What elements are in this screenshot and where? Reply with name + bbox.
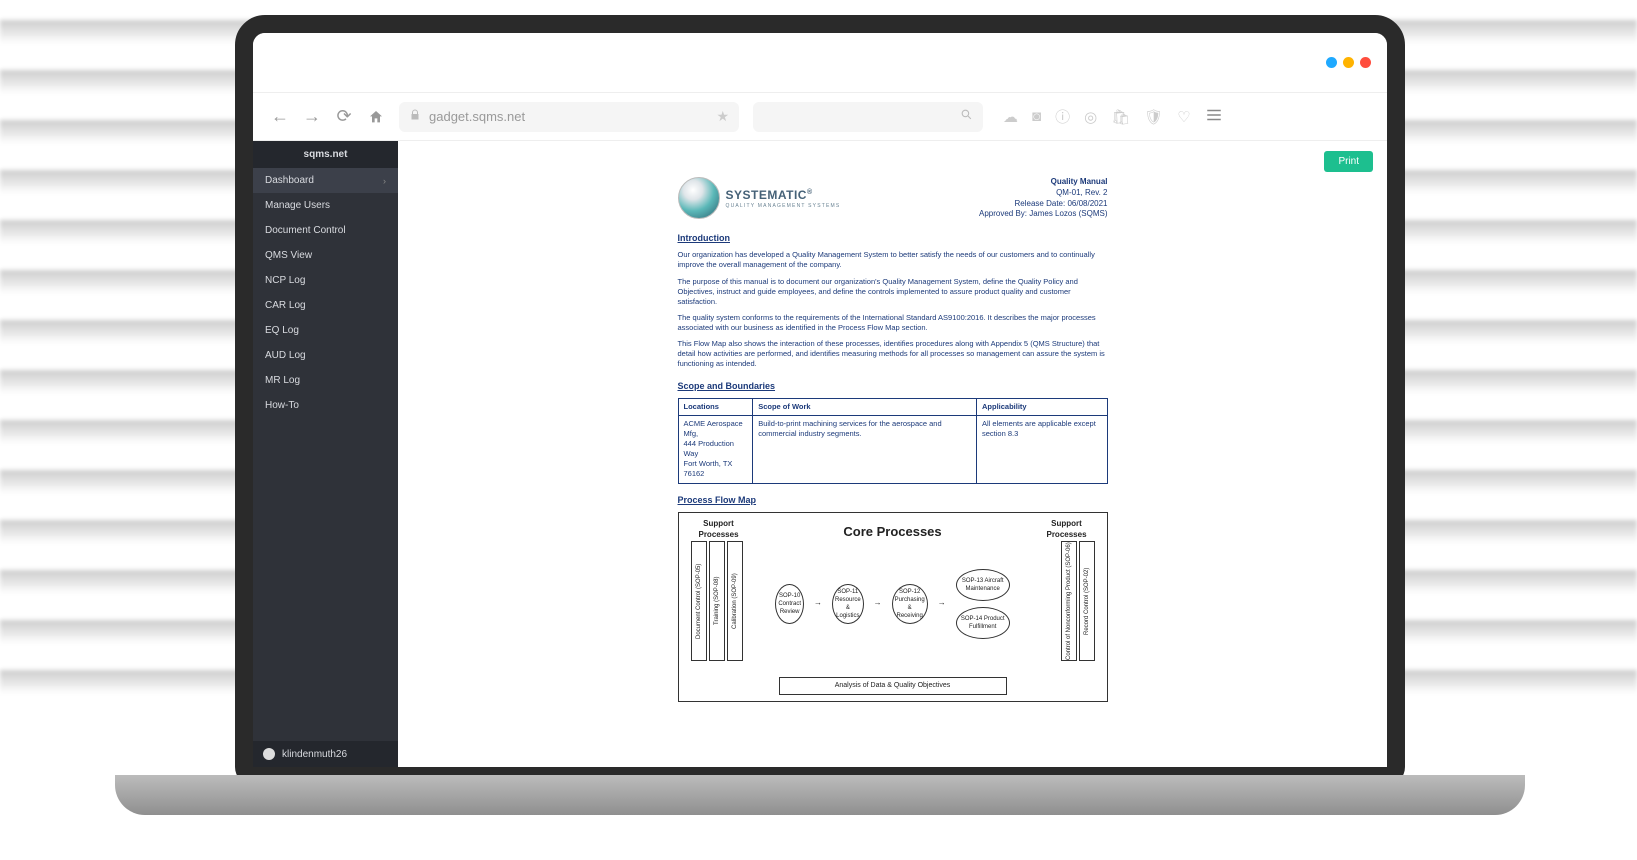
scope-table: Locations Scope of Work Applicability AC… xyxy=(678,398,1108,484)
oval-sop10: SOP-10 Contract Review xyxy=(775,584,804,624)
document-logo: SYSTEMATIC® QUALITY MANAGEMENT SYSTEMS xyxy=(678,177,841,219)
sidebar-item-label: MR Log xyxy=(265,375,300,386)
td-scope: Build-to-print machining services for th… xyxy=(753,415,977,483)
sidebar-item-car-log[interactable]: CAR Log xyxy=(253,293,398,318)
sidebar-item-how-to[interactable]: How-To xyxy=(253,393,398,418)
laptop-frame: ← → ⟳ gadget.sqms.net ★ ☁ ◙ ⓘ ◎ 🛍 🛡 ♡ xyxy=(235,15,1405,785)
intro-para-4: This Flow Map also shows the interaction… xyxy=(678,339,1108,369)
forward-icon[interactable]: → xyxy=(303,108,321,126)
sidebar-item-manage-users[interactable]: Manage Users xyxy=(253,193,398,218)
logo-globe-icon xyxy=(678,177,720,219)
sidebar-item-label: Dashboard xyxy=(265,175,314,186)
username: klindenmuth26 xyxy=(282,749,347,760)
vcol-calibration: Calibration (SOP-09) xyxy=(727,541,743,661)
reload-icon[interactable]: ⟳ xyxy=(335,108,353,126)
camera-icon xyxy=(816,25,824,33)
sidebar-item-ncp-log[interactable]: NCP Log xyxy=(253,268,398,293)
sidebar-item-mr-log[interactable]: MR Log xyxy=(253,368,398,393)
intro-para-1: Our organization has developed a Quality… xyxy=(678,250,1108,270)
sidebar-item-label: How-To xyxy=(265,400,299,411)
doc-release: Release Date: 06/08/2021 xyxy=(979,199,1108,210)
arrow-icon: → xyxy=(938,598,946,609)
th-applicability: Applicability xyxy=(977,398,1108,415)
heading-flow: Process Flow Map xyxy=(678,494,1108,506)
heart-icon[interactable]: ♡ xyxy=(1177,108,1190,126)
logo-line1: SYSTEMATIC xyxy=(726,188,807,202)
search-bar[interactable] xyxy=(753,102,983,132)
support-left-label: Support Processes xyxy=(689,519,749,541)
doc-id: QM-01, Rev. 2 xyxy=(979,188,1108,199)
oval-sop13: SOP-13 Aircraft Maintenance xyxy=(956,569,1010,601)
arrow-icon: → xyxy=(874,598,882,609)
back-icon[interactable]: ← xyxy=(271,108,289,126)
sidebar-item-label: Manage Users xyxy=(265,200,330,211)
registered-mark: ® xyxy=(807,189,813,196)
camera-ext-icon[interactable]: ◙ xyxy=(1032,108,1041,125)
laptop-base xyxy=(115,775,1525,815)
window-dot-close[interactable] xyxy=(1360,57,1371,68)
td-applicability: All elements are applicable except secti… xyxy=(977,415,1108,483)
intro-para-2: The purpose of this manual is to documen… xyxy=(678,277,1108,307)
sidebar-item-dashboard[interactable]: Dashboard › xyxy=(253,168,398,193)
print-button[interactable]: Print xyxy=(1324,151,1373,172)
sidebar-title: sqms.net xyxy=(253,141,398,168)
th-locations: Locations xyxy=(678,398,753,415)
chevron-right-icon: › xyxy=(383,176,386,186)
sidebar-footer[interactable]: klindenmuth26 xyxy=(253,741,398,767)
browser-toolbar: ← → ⟳ gadget.sqms.net ★ ☁ ◙ ⓘ ◎ 🛍 🛡 ♡ xyxy=(253,93,1387,141)
address-bar[interactable]: gadget.sqms.net ★ xyxy=(399,102,739,132)
window-controls xyxy=(253,33,1387,93)
cast-icon[interactable]: ◎ xyxy=(1084,108,1097,126)
sidebar-item-label: Document Control xyxy=(265,225,346,236)
document-meta: Quality Manual QM-01, Rev. 2 Release Dat… xyxy=(979,177,1108,220)
sidebar-item-label: NCP Log xyxy=(265,275,305,286)
document-view: SYSTEMATIC® QUALITY MANAGEMENT SYSTEMS Q… xyxy=(678,177,1108,702)
vcol-doc-control: Document Control (SOP-05) xyxy=(691,541,707,661)
home-icon[interactable] xyxy=(367,108,385,126)
hamburger-menu-icon[interactable] xyxy=(1205,106,1223,128)
sidebar-item-label: CAR Log xyxy=(265,300,306,311)
main-content: Print SYSTEMATIC® QUALITY MANAGEMENT SYS… xyxy=(398,141,1387,767)
sidebar-item-document-control[interactable]: Document Control xyxy=(253,218,398,243)
sidebar-item-aud-log[interactable]: AUD Log xyxy=(253,343,398,368)
url-text: gadget.sqms.net xyxy=(429,109,525,124)
arrow-icon: → xyxy=(814,598,822,609)
heading-introduction: Introduction xyxy=(678,232,1108,244)
doc-approved: Approved By: James Lozos (SQMS) xyxy=(979,209,1108,220)
sidebar-item-eq-log[interactable]: EQ Log xyxy=(253,318,398,343)
sidebar-item-qms-view[interactable]: QMS View xyxy=(253,243,398,268)
sidebar-item-label: EQ Log xyxy=(265,325,299,336)
process-flow-map: Support Processes Support Processes Core… xyxy=(678,512,1108,702)
shop-icon[interactable]: 🛍 xyxy=(1111,108,1130,126)
oval-sop14: SOP-14 Product Fulfillment xyxy=(956,607,1010,639)
core-processes-title: Core Processes xyxy=(689,523,1097,541)
oval-sop11: SOP-11 Resource & Logistics xyxy=(832,584,864,624)
bookmark-star-icon[interactable]: ★ xyxy=(716,108,729,125)
sidebar-item-label: AUD Log xyxy=(265,350,306,361)
info-icon[interactable]: ⓘ xyxy=(1055,106,1070,127)
vcol-nonconforming: Control of Nonconforming Product (SOP-06… xyxy=(1061,541,1077,661)
analysis-box: Analysis of Data & Quality Objectives xyxy=(779,677,1007,694)
avatar xyxy=(263,748,275,760)
lock-icon xyxy=(409,109,421,124)
shield-icon[interactable]: 🛡 xyxy=(1144,108,1163,126)
doc-title: Quality Manual xyxy=(979,177,1108,188)
vcol-record-control: Record Control (SOP-02) xyxy=(1079,541,1095,661)
sidebar: sqms.net Dashboard › Manage Users Docume… xyxy=(253,141,398,767)
oval-sop12: SOP-12 Purchasing & Receiving xyxy=(892,584,928,624)
th-scope: Scope of Work xyxy=(753,398,977,415)
intro-para-3: The quality system conforms to the requi… xyxy=(678,313,1108,333)
logo-line2: QUALITY MANAGEMENT SYSTEMS xyxy=(726,203,841,210)
window-dot-maximize[interactable] xyxy=(1343,57,1354,68)
heading-scope: Scope and Boundaries xyxy=(678,380,1108,392)
td-locations: ACME Aerospace Mfg, 444 Production Way F… xyxy=(678,415,753,483)
support-right-label: Support Processes xyxy=(1037,519,1097,541)
sidebar-item-label: QMS View xyxy=(265,250,312,261)
toolbar-extra-icons: ☁ ◙ ⓘ ◎ 🛍 🛡 ♡ xyxy=(1003,106,1223,128)
cloud-icon[interactable]: ☁ xyxy=(1003,108,1018,126)
window-dot-minimize[interactable] xyxy=(1326,57,1337,68)
vcol-training: Training (SOP-08) xyxy=(709,541,725,661)
search-icon xyxy=(960,108,973,126)
